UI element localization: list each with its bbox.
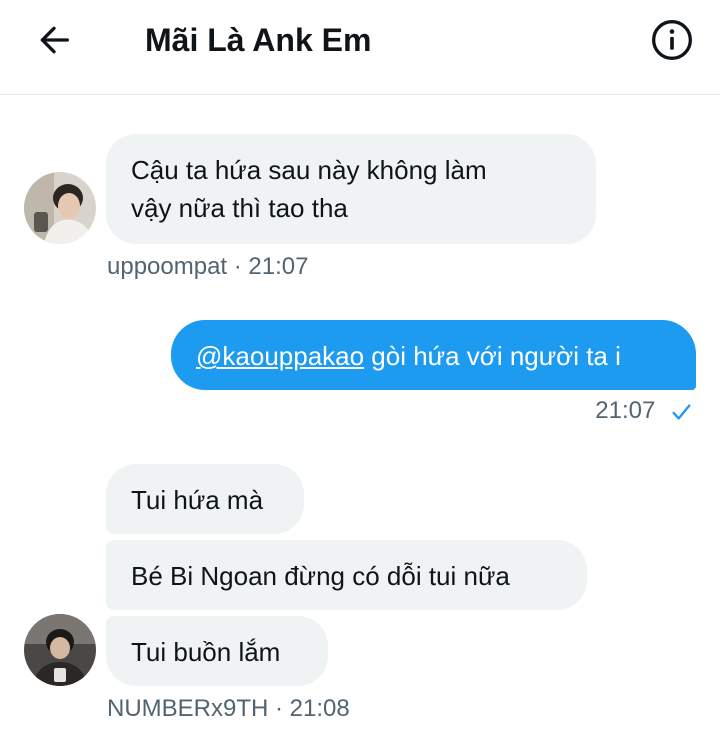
info-circle-icon bbox=[652, 20, 692, 60]
message-text-line: Cậu ta hứa sau này không làm bbox=[131, 155, 487, 185]
message-bubble-incoming[interactable]: Bé Bi Ngoan đừng có dỗi tui nữa bbox=[106, 540, 587, 610]
message-text: Tui hứa mà bbox=[131, 485, 264, 515]
message-meta: NUMBERx9TH · 21:08 bbox=[107, 695, 350, 722]
arrow-left-icon bbox=[40, 26, 69, 54]
message-text: gòi hứa với người ta i bbox=[364, 341, 621, 371]
message-bubble-incoming[interactable]: Tui buồn lắm bbox=[106, 616, 328, 686]
message-bubble-outgoing[interactable]: @kaouppakao gòi hứa với người ta i bbox=[171, 320, 696, 390]
info-button[interactable] bbox=[644, 16, 700, 64]
avatar-uppoompat[interactable] bbox=[24, 172, 96, 244]
conversation-header: Mãi Là Ank Em bbox=[0, 0, 720, 95]
message-meta-outgoing: 21:07 bbox=[595, 396, 692, 426]
message-bubble-incoming[interactable]: Tui hứa mà bbox=[106, 464, 304, 534]
mention-link[interactable]: @kaouppakao bbox=[196, 341, 364, 371]
conversation-title[interactable]: Mãi Là Ank Em bbox=[145, 18, 371, 62]
message-meta: uppoompat · 21:07 bbox=[107, 253, 309, 280]
avatar-numberx9th[interactable] bbox=[24, 614, 96, 686]
message-text-line: vậy nữa thì tao tha bbox=[131, 193, 348, 223]
message-text: Bé Bi Ngoan đừng có dỗi tui nữa bbox=[131, 561, 510, 591]
check-icon bbox=[672, 404, 691, 420]
message-bubble-incoming[interactable]: Cậu ta hứa sau này không làm vậy nữa thì… bbox=[106, 134, 596, 244]
message-time: 21:07 bbox=[595, 397, 656, 424]
message-text: Tui buồn lắm bbox=[131, 637, 281, 667]
back-button[interactable] bbox=[26, 16, 82, 64]
